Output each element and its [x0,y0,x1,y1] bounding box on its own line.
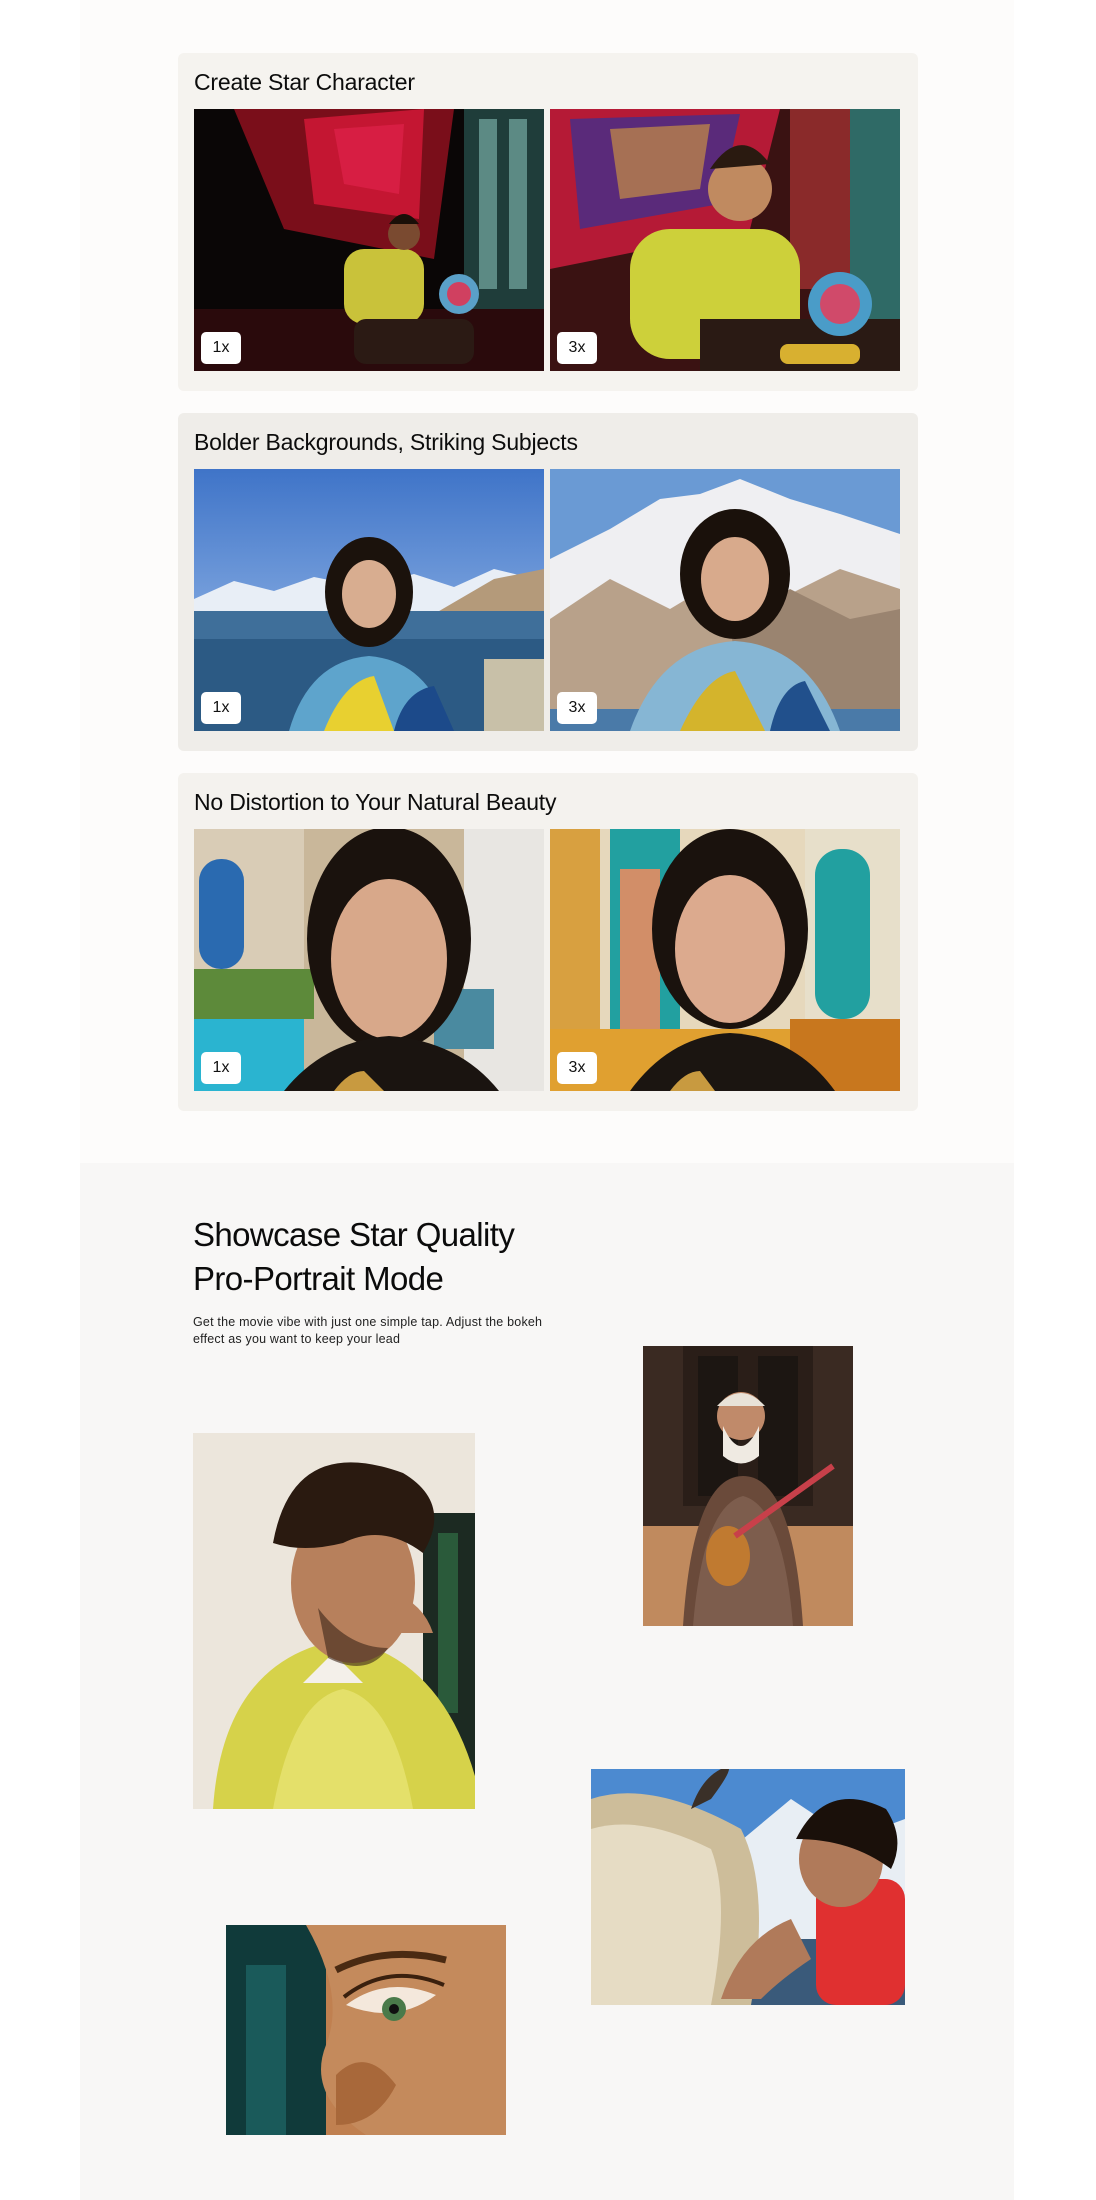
zoom-badge-1x: 1x [201,1052,241,1084]
photo-old-man-instrument [643,1346,853,1626]
photo-woman-lake-1x: 1x [194,469,544,731]
comparison-card-star-character: Create Star Character 1x 3x [178,53,918,391]
photo-man-carpet-3x: 3x [550,109,900,371]
section-description: Get the movie vibe with just one simple … [193,1315,543,1346]
zoom-badge-3x: 3x [557,1052,597,1084]
zoom-badge-3x: 3x [557,692,597,724]
photo-woman-mountain-3x: 3x [550,469,900,731]
headline-line-1: Showcase Star Quality [193,1216,515,1253]
photo-eye-closeup [226,1925,506,2135]
zoom-badge-1x: 1x [201,332,241,364]
zoom-badge-3x: 3x [557,332,597,364]
photo-man-yak [591,1769,905,2005]
card-title: No Distortion to Your Natural Beauty [194,789,557,815]
photo-man-carpet-1x: 1x [194,109,544,371]
comparison-card-bolder-backgrounds: Bolder Backgrounds, Striking Subjects 1x [178,413,918,751]
zoom-badge-1x: 1x [201,692,241,724]
photo-man-profile [193,1433,475,1809]
section-headline: Showcase Star Quality Pro-Portrait Mode [193,1213,613,1301]
photo-woman-courtyard-3x: 3x [550,829,900,1091]
headline-line-2: Pro-Portrait Mode [193,1260,444,1297]
card-title: Create Star Character [194,69,415,95]
comparison-card-no-distortion: No Distortion to Your Natural Beauty 1x [178,773,918,1111]
photo-woman-courtyard-1x: 1x [194,829,544,1091]
card-title: Bolder Backgrounds, Striking Subjects [194,429,578,455]
